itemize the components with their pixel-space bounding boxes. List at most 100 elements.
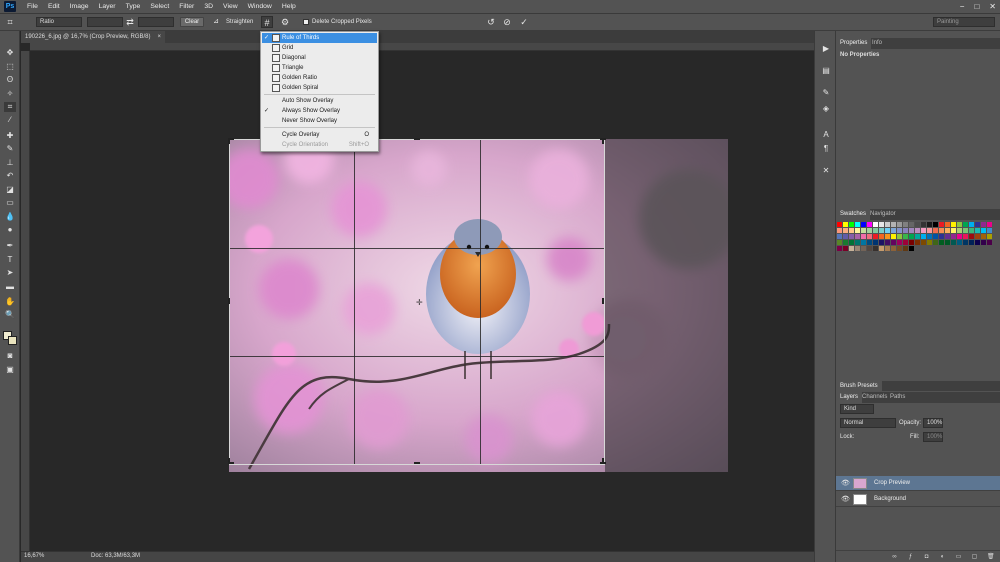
color-swatch[interactable] bbox=[855, 240, 860, 245]
color-swatch[interactable] bbox=[957, 234, 962, 239]
color-swatch[interactable] bbox=[873, 234, 878, 239]
tab-paths[interactable]: Paths bbox=[886, 392, 909, 403]
color-swatch[interactable] bbox=[915, 222, 920, 227]
menu-file[interactable]: File bbox=[22, 0, 43, 14]
color-swatch[interactable] bbox=[987, 222, 992, 227]
ratio-select[interactable]: Ratio bbox=[36, 17, 82, 27]
menu-edit[interactable]: Edit bbox=[43, 0, 65, 14]
color-swatch[interactable] bbox=[921, 222, 926, 227]
mask-icon[interactable]: ◘ bbox=[923, 554, 930, 561]
color-swatch[interactable] bbox=[879, 222, 884, 227]
color-swatch[interactable] bbox=[975, 240, 980, 245]
trash-icon[interactable]: 🗑 bbox=[987, 554, 995, 561]
eye-icon[interactable]: 👁 bbox=[841, 479, 850, 488]
color-swatch[interactable] bbox=[933, 240, 938, 245]
color-swatch[interactable] bbox=[855, 228, 860, 233]
color-swatch[interactable] bbox=[855, 246, 860, 251]
character-icon[interactable]: A bbox=[820, 129, 832, 141]
color-swatch[interactable] bbox=[915, 228, 920, 233]
zoom-tool-icon[interactable]: 🔍 bbox=[4, 310, 16, 320]
color-swatch[interactable] bbox=[855, 222, 860, 227]
color-swatch[interactable] bbox=[879, 228, 884, 233]
eyedropper-tool-icon[interactable]: ∕ bbox=[4, 115, 16, 125]
reset-icon[interactable]: ↺ bbox=[485, 16, 497, 28]
color-swatch[interactable] bbox=[927, 240, 932, 245]
color-swatch[interactable] bbox=[885, 234, 890, 239]
dodge-tool-icon[interactable]: ● bbox=[4, 225, 16, 235]
color-swatch[interactable] bbox=[885, 240, 890, 245]
color-swatch[interactable] bbox=[849, 240, 854, 245]
background-color-swatch[interactable] bbox=[8, 336, 17, 345]
color-swatch[interactable] bbox=[921, 228, 926, 233]
adjustment-icon[interactable]: ◐ bbox=[939, 554, 946, 561]
overlay-rule-of-thirds[interactable]: ✓ Rule of Thirds bbox=[262, 33, 377, 43]
color-swatch[interactable] bbox=[927, 228, 932, 233]
overlay-options-icon[interactable]: # bbox=[261, 16, 273, 28]
color-swatch[interactable] bbox=[975, 222, 980, 227]
color-swatch[interactable] bbox=[903, 240, 908, 245]
fill-input[interactable]: 100% bbox=[923, 432, 943, 442]
color-swatch[interactable] bbox=[897, 234, 902, 239]
folder-icon[interactable]: ▭ bbox=[955, 554, 962, 561]
color-swatch[interactable] bbox=[849, 228, 854, 233]
menu-help[interactable]: Help bbox=[277, 0, 301, 14]
link-layers-icon[interactable]: ∞ bbox=[891, 554, 898, 561]
swatch-grid[interactable] bbox=[837, 222, 997, 262]
doc-size[interactable]: Doc: 63,3M/63,3M bbox=[91, 553, 140, 559]
color-swatch[interactable] bbox=[939, 228, 944, 233]
color-swatch[interactable] bbox=[897, 240, 902, 245]
opacity-input[interactable]: 100% bbox=[923, 418, 943, 428]
quick-select-tool-icon[interactable]: ✧ bbox=[4, 89, 16, 99]
color-swatch[interactable] bbox=[963, 222, 968, 227]
eye-icon[interactable]: 👁 bbox=[841, 495, 850, 504]
tab-info[interactable]: Info bbox=[868, 38, 886, 49]
crop-tool-preset-icon[interactable]: ⌗ bbox=[4, 16, 16, 28]
workspace-select[interactable]: Painting bbox=[933, 17, 995, 27]
height-input[interactable] bbox=[138, 17, 174, 27]
color-swatch[interactable] bbox=[969, 222, 974, 227]
hand-tool-icon[interactable]: ✋ bbox=[4, 297, 16, 307]
menu-window[interactable]: Window bbox=[243, 0, 277, 14]
menu-type[interactable]: Type bbox=[121, 0, 146, 14]
color-swatch[interactable] bbox=[891, 240, 896, 245]
color-swatch[interactable] bbox=[837, 228, 842, 233]
color-swatch[interactable] bbox=[951, 228, 956, 233]
type-tool-icon[interactable]: T bbox=[4, 255, 16, 265]
color-swatch[interactable] bbox=[963, 234, 968, 239]
blur-tool-icon[interactable]: 💧 bbox=[4, 212, 16, 222]
color-swatch[interactable] bbox=[867, 222, 872, 227]
color-swatch[interactable] bbox=[861, 228, 866, 233]
color-swatch[interactable] bbox=[969, 234, 974, 239]
gear-icon[interactable]: ⚙ bbox=[279, 16, 291, 28]
color-swatch[interactable] bbox=[969, 228, 974, 233]
overlay-golden-spiral[interactable]: Golden Spiral bbox=[262, 83, 377, 93]
color-swatch[interactable] bbox=[939, 240, 944, 245]
paragraph-icon[interactable]: ¶ bbox=[820, 143, 832, 155]
lasso-tool-icon[interactable]: ʘ bbox=[4, 75, 16, 85]
overlay-grid[interactable]: Grid bbox=[262, 43, 377, 53]
color-swatch[interactable] bbox=[897, 228, 902, 233]
color-swatch[interactable] bbox=[873, 228, 878, 233]
color-swatch[interactable] bbox=[945, 228, 950, 233]
color-swatch[interactable] bbox=[903, 228, 908, 233]
color-swatch[interactable] bbox=[849, 222, 854, 227]
screen-mode-icon[interactable]: ▣ bbox=[4, 365, 16, 375]
layer-filter-select[interactable]: Kind bbox=[840, 404, 874, 414]
cancel-icon[interactable]: ⊘ bbox=[501, 16, 513, 28]
color-swatch[interactable] bbox=[861, 234, 866, 239]
color-swatch[interactable] bbox=[867, 240, 872, 245]
brush-panel-icon[interactable]: ✎ bbox=[820, 87, 832, 99]
color-swatch[interactable] bbox=[909, 246, 914, 251]
color-swatch[interactable] bbox=[903, 246, 908, 251]
menu-filter[interactable]: Filter bbox=[174, 0, 199, 14]
color-swatch[interactable] bbox=[843, 222, 848, 227]
color-swatch[interactable] bbox=[885, 246, 890, 251]
color-swatch[interactable] bbox=[933, 222, 938, 227]
path-select-icon[interactable]: ➤ bbox=[4, 268, 16, 278]
color-swatch[interactable] bbox=[945, 222, 950, 227]
eraser-tool-icon[interactable]: ◪ bbox=[4, 185, 16, 195]
color-swatch[interactable] bbox=[843, 228, 848, 233]
crop-tool-icon[interactable]: ⌗ bbox=[4, 102, 16, 112]
history-brush-icon[interactable]: ↶ bbox=[4, 171, 16, 181]
color-swatch[interactable] bbox=[849, 234, 854, 239]
